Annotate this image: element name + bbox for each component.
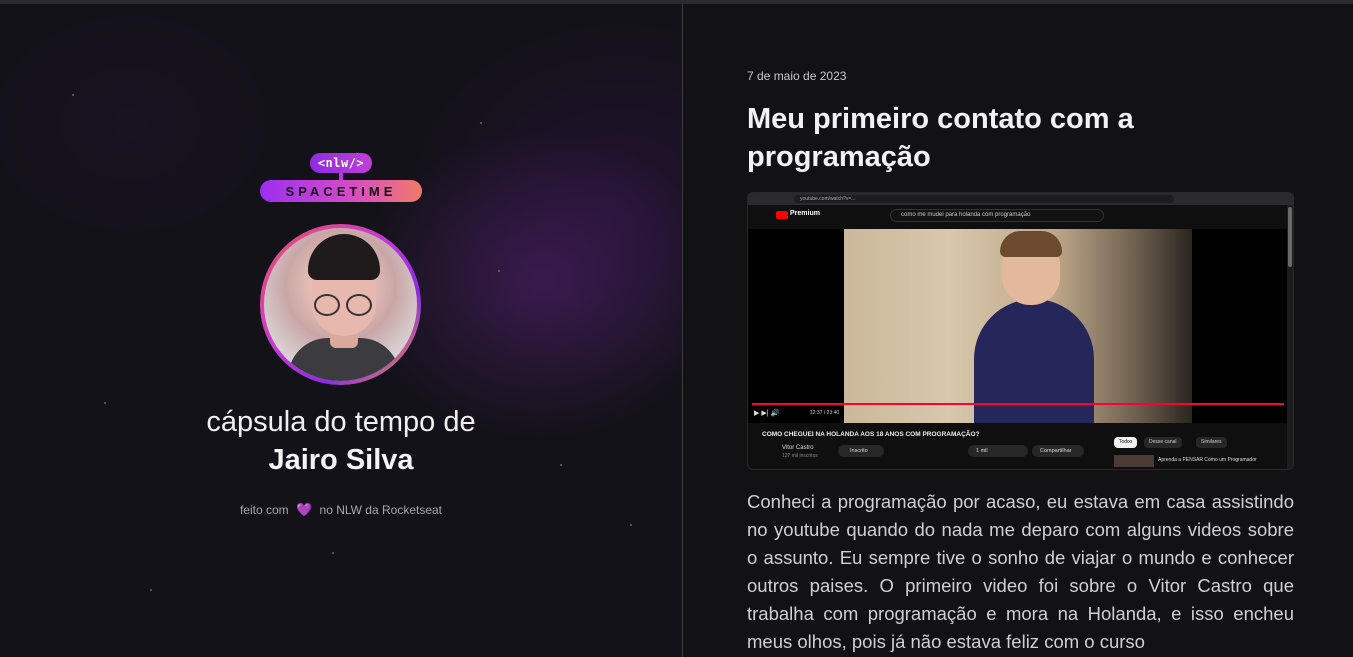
play-icon: ▶ ▶| 🔊	[754, 410, 780, 417]
like-chip: 1 mil	[968, 445, 1028, 457]
channel-subs: 127 mil inscritos	[782, 453, 818, 459]
logo-spacetime-badge: SPACETIME	[260, 180, 422, 202]
memory-title: Meu primeiro contato com a programação	[747, 103, 1134, 173]
star-decoration	[150, 589, 152, 591]
browser-url: youtube.com/watch?v=...	[794, 195, 1174, 203]
spacetime-logo: <nlw/> SPACETIME	[260, 153, 422, 203]
star-decoration	[104, 402, 106, 404]
side-video-thumb	[1114, 455, 1154, 467]
heart-icon: 💜	[295, 502, 313, 517]
filter-chip: Desse canal	[1144, 437, 1182, 448]
subscribe-chip: Inscrito	[838, 445, 884, 457]
star-decoration	[332, 552, 334, 554]
side-video-title: Aprenda a PENSAR Como um Programador	[1158, 457, 1257, 463]
memory-body: Conheci a programação por acaso, eu esta…	[747, 491, 1294, 652]
video-player: ▶ ▶| 🔊 12:37 / 23:40	[748, 229, 1288, 423]
video-time: 12:37 / 23:40	[810, 410, 840, 416]
filter-chip: Todos	[1114, 437, 1138, 448]
user-name: Jairo Silva	[268, 444, 414, 476]
star-decoration	[72, 94, 74, 96]
video-frame	[844, 229, 1192, 423]
avatar-photo	[264, 228, 417, 381]
video-progress-fill	[752, 403, 1284, 405]
footer-credit: feito com 💜 no NLW da Rocketseat	[0, 502, 682, 518]
logo-nlw-badge: <nlw/>	[310, 153, 372, 173]
avatar	[260, 224, 421, 385]
footer-prefix: feito com	[239, 503, 289, 517]
channel-name: Vitor Castro	[782, 445, 814, 451]
profile-panel: <nlw/> SPACETIME cápsula do tempo de Jai…	[0, 4, 682, 657]
footer-suffix: no NLW da Rocketseat	[319, 503, 443, 517]
youtube-logo-icon	[776, 211, 788, 219]
youtube-brand: Premium	[790, 210, 820, 217]
side-video: Aprenda a PENSAR Como um Programador	[1114, 455, 1284, 467]
star-decoration	[630, 524, 632, 526]
capsule-prefix: cápsula do tempo de	[206, 406, 476, 438]
memory-feed[interactable]: 7 de maio de 2023 Meu primeiro contato c…	[683, 4, 1353, 657]
share-chip: Compartilhar	[1032, 445, 1084, 457]
star-decoration	[480, 122, 482, 124]
filter-chip: Similares	[1196, 437, 1227, 448]
inner-scrollbar-thumb	[1288, 207, 1292, 267]
youtube-search: como me mudei para holanda com programaç…	[890, 209, 1104, 222]
video-title: COMO CHEGUEI NA HOLANDA AOS 18 ANOS COM …	[762, 431, 980, 438]
memory-date: 7 de maio de 2023	[747, 69, 847, 83]
star-decoration	[498, 270, 500, 272]
memory-cover-image: youtube.com/watch?v=... Premium como me …	[747, 192, 1294, 470]
